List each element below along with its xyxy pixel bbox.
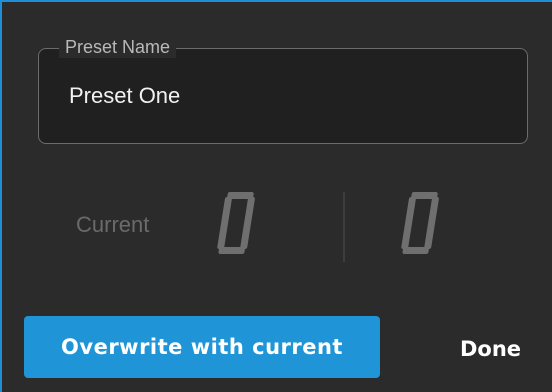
current-value-left — [216, 192, 260, 254]
overwrite-with-current-button[interactable]: Overwrite with current — [24, 316, 380, 378]
done-button[interactable]: Done — [460, 329, 540, 369]
seven-segment-zero-icon — [401, 192, 439, 254]
current-value-right — [400, 192, 444, 254]
preset-name-input[interactable]: Preset One — [69, 83, 180, 109]
digit-divider — [343, 192, 345, 262]
preset-name-label: Preset Name — [59, 36, 177, 58]
preset-name-field[interactable]: Preset Name Preset One — [38, 36, 528, 144]
current-label: Current — [76, 212, 150, 237]
preset-dialog: Preset Name Preset One Current Overwrite… — [0, 0, 552, 392]
seven-segment-zero-icon — [217, 192, 255, 254]
